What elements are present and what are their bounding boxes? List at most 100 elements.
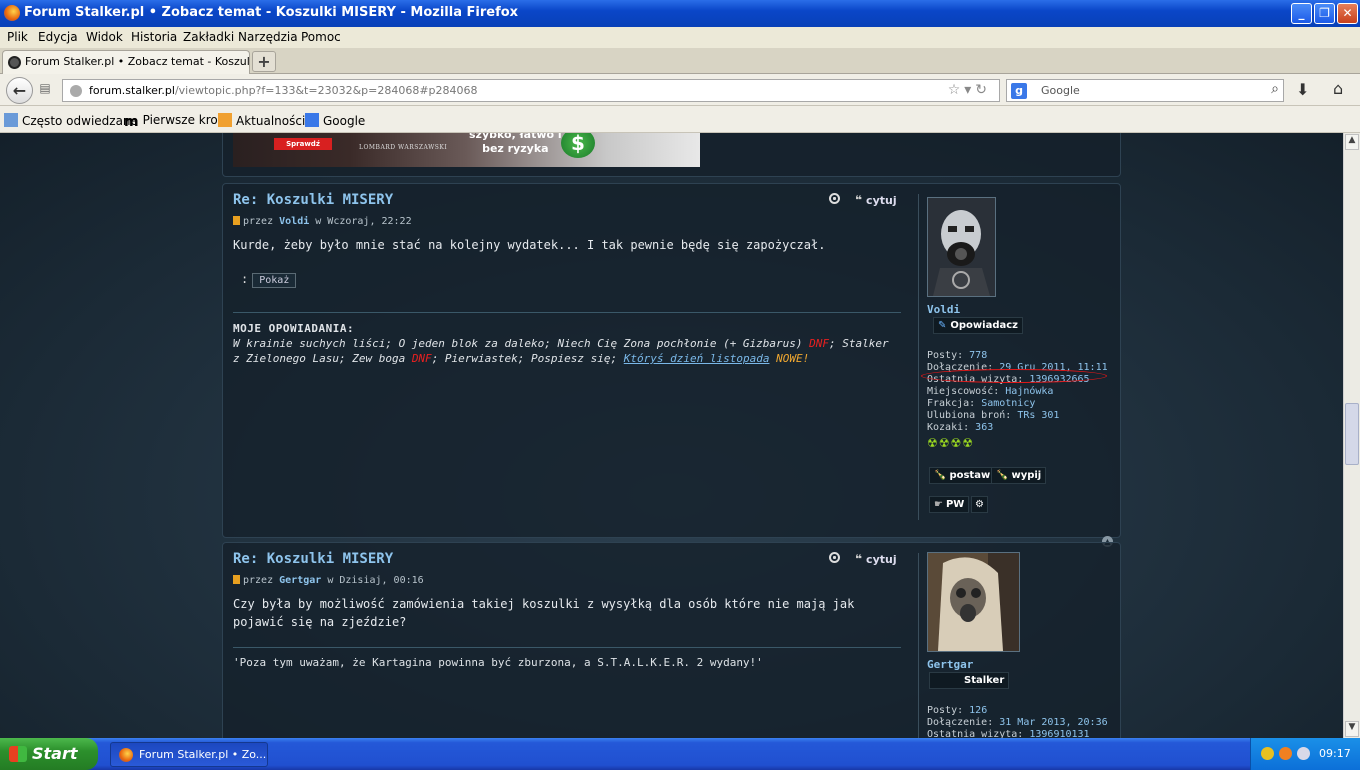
dollar-icon: $: [561, 133, 595, 158]
close-button[interactable]: ✕: [1337, 3, 1358, 24]
pm-button[interactable]: ☛ PW: [929, 496, 970, 513]
post-gertgar: Re: Koszulki MISERY przez Gertgar w Dzis…: [222, 542, 1121, 738]
post-body: Kurde, żeby było mnie stać na kolejny wy…: [233, 238, 826, 252]
system-tray: 09:17: [1250, 738, 1360, 770]
profile-stats: Posty: 126 Dołączenie: 31 Mar 2013, 20:3…: [927, 705, 1108, 738]
menu-historia[interactable]: Historia: [131, 30, 177, 44]
quote-button[interactable]: ❝ cytuj: [855, 193, 897, 207]
rank-badge: ✎ Opowiadacz: [933, 317, 1023, 334]
menu-zakladki[interactable]: Zakładki: [183, 30, 234, 44]
profile-divider: [918, 194, 919, 520]
scroll-up-icon[interactable]: ▲: [1345, 134, 1359, 150]
window-title: Forum Stalker.pl • Zobacz temat - Koszul…: [24, 5, 519, 20]
firefox-icon: [4, 5, 20, 21]
scroll-down-icon[interactable]: ▼: [1345, 721, 1359, 737]
google-icon: [305, 113, 319, 127]
new-tab-button[interactable]: +: [252, 51, 276, 72]
search-placeholder: Google: [1041, 84, 1080, 97]
signature-heading: MOJE OPOWIADANIA:: [233, 322, 355, 335]
post-icon: [233, 216, 240, 225]
ad-banner[interactable]: Sprawdź LOMBARD WARSZAWSKI szybko, łatwo…: [233, 133, 700, 167]
pencil-icon: ✎: [938, 320, 947, 331]
download-icon[interactable]: ⬇: [1296, 80, 1309, 99]
post-voldi: Re: Koszulki MISERY przez Voldi w Wczora…: [222, 183, 1121, 547]
scroll-thumb[interactable]: [1345, 403, 1359, 465]
globe-icon: [70, 85, 82, 97]
profile-username[interactable]: Gertgar: [927, 658, 973, 671]
signature: 'Poza tym uważam, że Kartagina powinna b…: [233, 656, 763, 669]
antivirus-icon[interactable]: [1279, 747, 1292, 760]
post-icon: [233, 575, 240, 584]
post-author-line: przez Gertgar w Dzisiaj, 00:16: [233, 575, 424, 586]
post-body: Czy była by możliwość zamówienia takiej …: [233, 597, 855, 629]
menu-narzedzia[interactable]: Narzędzia: [238, 30, 298, 44]
bookmark-star-icon[interactable]: ☆▾↻: [948, 82, 991, 98]
url-path: /viewtopic.php?f=133&t=23032&p=284068#p2…: [174, 84, 478, 97]
quote-icon: ❝: [855, 193, 863, 207]
windows-icon: [9, 746, 27, 762]
shield-icon[interactable]: [1261, 747, 1274, 760]
report-icon[interactable]: [829, 552, 840, 563]
taskbar: Start Forum Stalker.pl • Zo... 09:17: [0, 738, 1360, 770]
url-host: forum.stalker.pl: [89, 84, 175, 97]
ad-container: Sprawdź LOMBARD WARSZAWSKI szybko, łatwo…: [222, 133, 1121, 177]
ad-slogan: szybko, łatwo i bez ryzyka: [469, 133, 562, 155]
maximize-button[interactable]: ❐: [1314, 3, 1335, 24]
folder-icon: [4, 113, 18, 127]
post-author-line: przez Voldi w Wczoraj, 22:22: [233, 216, 412, 227]
network-icon[interactable]: [1297, 747, 1310, 760]
window-titlebar: Forum Stalker.pl • Zobacz temat - Koszul…: [0, 0, 1360, 27]
navigation-bar: ← ▤ forum.stalker.pl/viewtopic.php?f=133…: [0, 74, 1360, 106]
profile-username[interactable]: Voldi: [927, 303, 960, 316]
bookmark-aktualnosci[interactable]: Aktualności: [218, 113, 305, 128]
history-icon[interactable]: ▤: [36, 81, 54, 99]
menu-edycja[interactable]: Edycja: [38, 30, 78, 44]
bookmarks-toolbar: Często odwiedzane m Pierwsze kroki Aktual…: [0, 106, 1360, 133]
search-input[interactable]: g Google ⌕: [1006, 79, 1284, 102]
signature-link[interactable]: Któryś dzień listopada: [624, 352, 770, 365]
google-icon[interactable]: g: [1011, 83, 1027, 99]
rank-badge: Stalker: [929, 672, 1010, 689]
author-link[interactable]: Voldi: [279, 216, 309, 227]
report-icon[interactable]: [829, 193, 840, 204]
back-button[interactable]: ←: [6, 77, 33, 104]
spoiler: : Pokaż: [241, 272, 297, 288]
minimize-button[interactable]: _: [1291, 3, 1312, 24]
stalker-favicon-icon: [8, 56, 21, 69]
quote-button[interactable]: ❝ cytuj: [855, 552, 897, 566]
m-icon: m: [124, 114, 139, 130]
menu-pomoc[interactable]: Pomoc: [301, 30, 341, 44]
signature: MOJE OPOWIADANIA: W krainie suchych liśc…: [233, 321, 893, 366]
search-icon[interactable]: ⌕: [1271, 81, 1279, 97]
gear-icon[interactable]: ⚙: [971, 496, 988, 513]
post-title[interactable]: Re: Koszulki MISERY: [233, 551, 393, 567]
tab-forum[interactable]: Forum Stalker.pl • Zobacz temat - Koszul…: [2, 50, 250, 74]
bookmark-google[interactable]: Google: [305, 113, 365, 128]
radiation-icon: ☢☢☢☢: [927, 436, 975, 450]
start-button[interactable]: Start: [0, 738, 98, 770]
avatar[interactable]: [927, 197, 996, 297]
hand-icon: ☛: [934, 499, 943, 510]
postaw-button[interactable]: 🍾 postaw: [929, 467, 996, 484]
spoiler-show-button[interactable]: Pokaż: [252, 273, 297, 288]
bottle-icon: 🍾: [934, 470, 947, 481]
wypij-button[interactable]: 🍾 wypij: [991, 467, 1047, 484]
url-bar[interactable]: forum.stalker.pl/viewtopic.php?f=133&t=2…: [62, 79, 1000, 102]
post-title[interactable]: Re: Koszulki MISERY: [233, 192, 393, 208]
avatar[interactable]: [927, 552, 1020, 652]
signature-divider: [233, 647, 901, 648]
ad-brand: LOMBARD WARSZAWSKI: [359, 144, 448, 151]
menu-plik[interactable]: Plik: [7, 30, 28, 44]
profile-divider: [918, 553, 919, 738]
scrollbar[interactable]: ▲ ▼: [1343, 133, 1360, 738]
clock: 09:17: [1319, 747, 1351, 760]
page-content: Sprawdź LOMBARD WARSZAWSKI szybko, łatwo…: [0, 133, 1343, 738]
author-link[interactable]: Gertgar: [279, 575, 321, 586]
home-icon[interactable]: ⌂: [1333, 79, 1343, 98]
tab-label: Forum Stalker.pl • Zobacz temat - Koszul…: [25, 55, 250, 68]
menu-widok[interactable]: Widok: [86, 30, 123, 44]
ad-cta-button[interactable]: Sprawdź: [274, 138, 332, 150]
bookmark-pierwsze[interactable]: m Pierwsze kroki: [124, 113, 228, 130]
taskbar-firefox[interactable]: Forum Stalker.pl • Zo...: [110, 742, 268, 767]
bookmark-czesto[interactable]: Często odwiedzane: [4, 113, 138, 128]
